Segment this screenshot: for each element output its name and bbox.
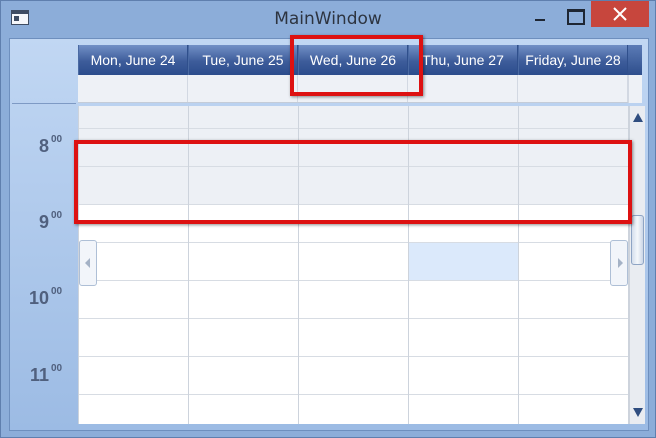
scroll-thumb[interactable] (631, 215, 644, 265)
all-day-cell[interactable] (78, 75, 188, 102)
day-header-mon[interactable]: Mon, June 24 (78, 45, 188, 75)
title-bar[interactable]: MainWindow (1, 1, 655, 37)
non-working-slot[interactable] (78, 106, 629, 128)
slot-divider (78, 356, 629, 357)
slot-divider (78, 242, 629, 243)
close-button[interactable] (591, 1, 649, 27)
all-day-corner (628, 75, 642, 103)
header-corner (628, 45, 642, 75)
hour-value: 11 (29, 365, 49, 385)
minimize-button[interactable] (523, 2, 557, 28)
all-day-cell[interactable] (188, 75, 298, 102)
annotation-highlight-8am-row (74, 140, 632, 224)
minute-value: 00 (51, 363, 63, 374)
slot-divider (78, 280, 629, 281)
ruler-divider (12, 103, 76, 104)
day-header-fri[interactable]: Friday, June 28 (518, 45, 628, 75)
close-icon (613, 7, 627, 21)
slot-divider (78, 318, 629, 319)
scroll-down-icon[interactable] (633, 408, 643, 417)
maximize-button[interactable] (557, 2, 591, 28)
day-header-tue[interactable]: Tue, June 25 (188, 45, 298, 75)
minute-value: 00 (51, 210, 63, 221)
time-ruler: 8 00 9 00 10 00 11 00 (10, 106, 78, 426)
scroll-left-button[interactable] (79, 240, 97, 286)
all-day-cell[interactable] (518, 75, 628, 102)
hour-value: 8 (38, 136, 49, 156)
selected-time-slot[interactable] (408, 243, 518, 280)
scroll-right-button[interactable] (610, 240, 628, 286)
scroll-up-icon[interactable] (633, 113, 643, 122)
day-header-thu[interactable]: Thu, June 27 (408, 45, 518, 75)
main-window: MainWindow Mon, June 24 Tue, June 25 Wed… (0, 0, 656, 438)
all-day-cell[interactable] (408, 75, 518, 102)
annotation-highlight-wed-header (290, 35, 423, 96)
minute-value: 00 (51, 286, 63, 297)
scheduler-view: Mon, June 24 Tue, June 25 Wed, June 26 T… (9, 38, 649, 431)
hour-value: 10 (28, 288, 49, 308)
slot-divider (78, 394, 629, 395)
minute-value: 00 (51, 134, 63, 145)
slot-divider (78, 128, 629, 129)
hour-value: 9 (38, 212, 49, 232)
